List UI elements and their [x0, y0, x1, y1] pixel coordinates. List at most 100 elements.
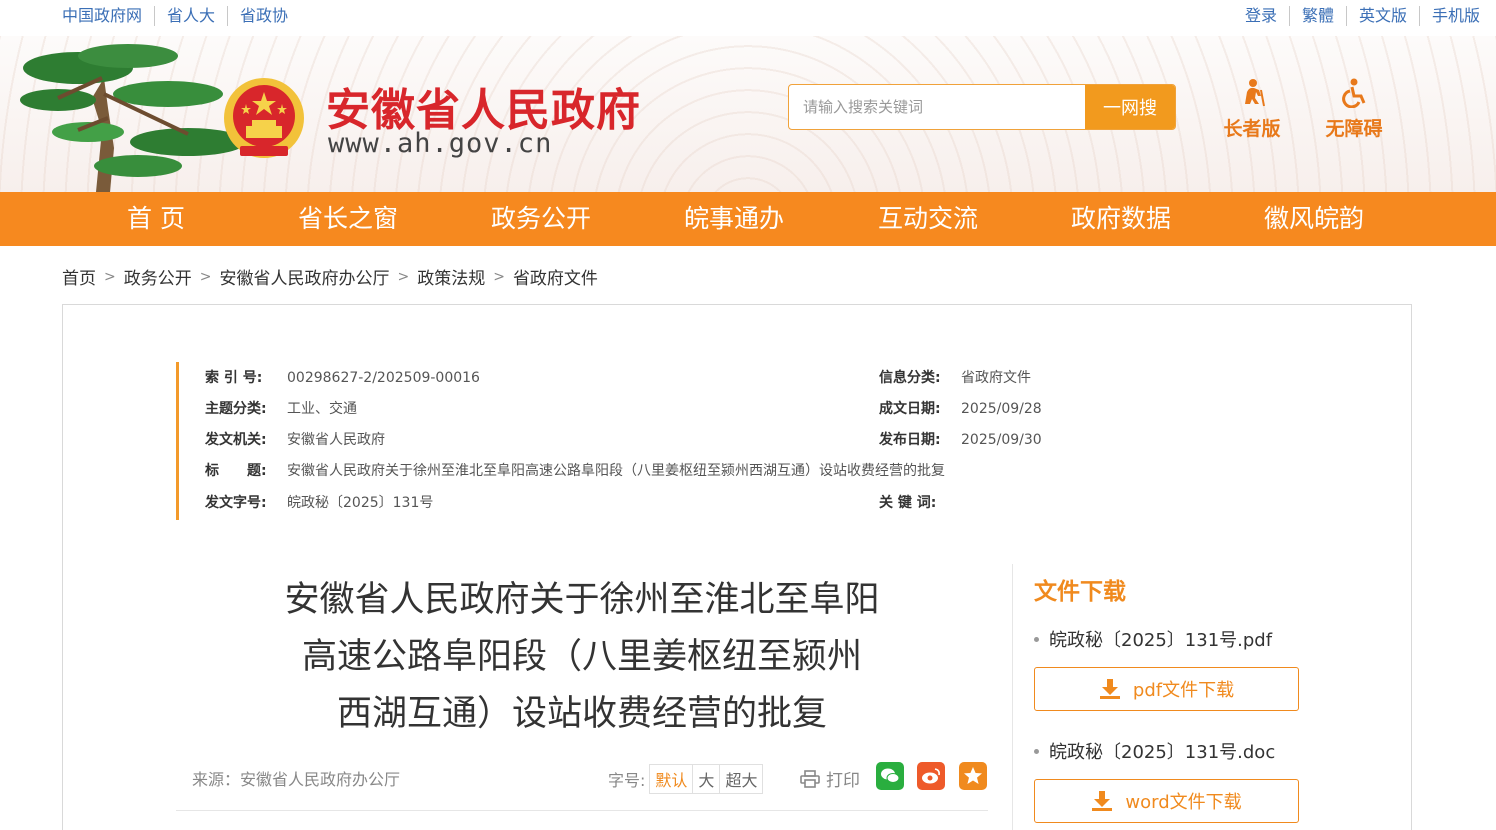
download-file-name[interactable]: 皖政秘〔2025〕131号.pdf: [1049, 626, 1272, 652]
column-divider: [1012, 564, 1013, 830]
font-size-options: 默认 大 超大: [649, 764, 764, 794]
download-section-title: 文件下载: [1034, 579, 1126, 605]
font-default-button[interactable]: 默认: [650, 765, 692, 793]
download-file-name[interactable]: 皖政秘〔2025〕131号.doc: [1049, 738, 1275, 764]
breadcrumb-gov-documents[interactable]: 省政府文件: [513, 264, 598, 289]
site-header: 安徽省人民政府 www.ah.gov.cn 一网搜 长者版 无障碍: [0, 36, 1496, 192]
wechat-icon: [881, 768, 900, 783]
chevron-right-icon: >: [493, 268, 505, 285]
bullet-icon: [1034, 636, 1039, 642]
star-icon: [964, 767, 982, 784]
meta-issuer-label: 发文机关:: [205, 432, 267, 448]
font-size-label: 字号:: [608, 771, 646, 790]
bullet-icon: [1034, 748, 1039, 754]
breadcrumb-home[interactable]: 首页: [62, 264, 96, 289]
meta-published-value: 2025/09/30: [961, 432, 1042, 448]
meta-title-label: 标 题:: [205, 463, 267, 479]
meta-written-date: 成文日期: 2025/09/28: [879, 399, 1042, 419]
elder-mode-button[interactable]: 长者版: [1216, 78, 1288, 141]
nav-interaction[interactable]: 互动交流: [848, 192, 1008, 246]
article-title-line: 高速公路阜阳段（八里姜枢纽至颍州: [301, 637, 862, 677]
favorite-button[interactable]: [959, 762, 987, 790]
search-input[interactable]: [789, 85, 1085, 129]
link-provincial-cppcc[interactable]: 省政协: [227, 6, 300, 26]
nav-culture[interactable]: 徽风皖韵: [1234, 192, 1394, 246]
download-file-item: 皖政秘〔2025〕131号.pdf: [1034, 626, 1272, 652]
nav-gov-data[interactable]: 政府数据: [1041, 192, 1201, 246]
chevron-right-icon: >: [199, 268, 212, 285]
meta-index-value: 00298627-2/202509-00016: [287, 370, 480, 386]
printer-icon: [800, 769, 820, 788]
meta-topic-label: 主题分类:: [205, 401, 267, 417]
wechat-share-button[interactable]: [876, 762, 904, 790]
pdf-download-button[interactable]: pdf文件下载: [1034, 667, 1299, 711]
breadcrumb: 首页 > 政务公开 > 安徽省人民政府办公厅 > 政策法规 > 省政府文件: [62, 264, 598, 290]
login-link[interactable]: 登录: [1233, 6, 1289, 26]
print-button[interactable]: 打印: [800, 766, 860, 791]
top-bar: 中国政府网 省人大 省政协 登录 繁體 英文版 手机版: [0, 0, 1496, 36]
font-size-control: 字号: 默认 大 超大: [608, 764, 764, 794]
article-title-line: 西湖互通）设站收费经营的批复: [336, 694, 827, 734]
meta-topic-value: 工业、交通: [287, 401, 357, 417]
download-icon: [1099, 679, 1120, 699]
chevron-right-icon: >: [104, 268, 116, 285]
link-provincial-congress[interactable]: 省人大: [154, 6, 227, 26]
meta-keywords: 关 键 词:: [879, 493, 961, 513]
national-emblem: [224, 78, 304, 158]
meta-title: 标 题: 安徽省人民政府关于徐州至淮北至阜阳高速公路阜阳段（八里姜枢纽至颍州西湖互…: [205, 461, 945, 481]
site-url: www.ah.gov.cn: [328, 128, 553, 159]
meta-category-label: 信息分类:: [879, 370, 941, 386]
top-links-left: 中国政府网 省人大 省政协: [62, 6, 300, 26]
article-title: 安徽省人民政府关于徐州至淮北至阜阳 高速公路阜阳段（八里姜枢纽至颍州 西湖互通）…: [176, 572, 988, 743]
breadcrumb-general-office[interactable]: 安徽省人民政府办公厅: [219, 264, 389, 289]
meta-index-label: 索 引 号:: [205, 370, 263, 386]
pdf-download-label: pdf文件下载: [1132, 680, 1235, 701]
word-download-button[interactable]: word文件下载: [1034, 779, 1299, 823]
document-meta: 索 引 号: 00298627-2/202509-00016 信息分类: 省政府文件…: [176, 362, 1116, 520]
article-source: 来源：安徽省人民政府办公厅: [192, 770, 401, 789]
top-links-right: 登录 繁體 英文版 手机版: [1233, 6, 1492, 26]
breadcrumb-gov-affairs[interactable]: 政务公开: [124, 264, 192, 289]
accessibility-button[interactable]: 无障碍: [1318, 78, 1390, 141]
meta-issuer-value: 安徽省人民政府: [287, 432, 385, 448]
elder-mode-label: 长者版: [1223, 118, 1281, 140]
english-link[interactable]: 英文版: [1345, 6, 1419, 26]
weibo-share-button[interactable]: [917, 762, 945, 790]
wheelchair-icon: [1342, 78, 1366, 108]
main-nav: 首 页 省长之窗 政务公开 皖事通办 互动交流 政府数据 徽风皖韵: [0, 192, 1496, 246]
download-file-item: 皖政秘〔2025〕131号.doc: [1034, 738, 1275, 764]
meta-keywords-label: 关 键 词:: [879, 495, 937, 511]
meta-published-date: 发布日期: 2025/09/30: [879, 430, 1042, 450]
nav-services[interactable]: 皖事通办: [654, 192, 814, 246]
meta-published-label: 发布日期:: [879, 432, 941, 448]
search-button[interactable]: 一网搜: [1085, 85, 1175, 129]
meta-topic: 主题分类: 工业、交通: [205, 399, 357, 419]
meta-category-value: 省政府文件: [961, 370, 1031, 386]
search-box: 一网搜: [788, 84, 1176, 130]
meta-category: 信息分类: 省政府文件: [879, 368, 1031, 388]
meta-docno-value: 皖政秘〔2025〕131号: [287, 495, 434, 511]
meta-docno-label: 发文字号:: [205, 495, 267, 511]
article-title-line: 安徽省人民政府关于徐州至淮北至阜阳: [284, 580, 880, 620]
font-large-button[interactable]: 大: [692, 765, 719, 793]
weibo-icon: [922, 768, 940, 784]
meta-docno: 发文字号: 皖政秘〔2025〕131号: [205, 493, 433, 513]
elder-icon: [1245, 79, 1265, 107]
meta-written-label: 成文日期:: [879, 401, 941, 417]
mobile-link[interactable]: 手机版: [1418, 6, 1492, 26]
meta-index: 索 引 号: 00298627-2/202509-00016: [205, 368, 480, 388]
link-gov-cn[interactable]: 中国政府网: [62, 6, 154, 26]
meta-issuer: 发文机关: 安徽省人民政府: [205, 430, 385, 450]
meta-title-value: 安徽省人民政府关于徐州至淮北至阜阳高速公路阜阳段（八里姜枢纽至颍州西湖互通）设站…: [287, 463, 945, 479]
chevron-right-icon: >: [397, 268, 410, 285]
nav-gov-affairs[interactable]: 政务公开: [461, 192, 621, 246]
breadcrumb-policies[interactable]: 政策法规: [417, 264, 485, 289]
font-xlarge-button[interactable]: 超大: [719, 765, 762, 793]
nav-home[interactable]: 首 页: [76, 192, 236, 246]
meta-written-value: 2025/09/28: [961, 401, 1042, 417]
accessibility-label: 无障碍: [1325, 118, 1383, 140]
download-icon: [1092, 791, 1113, 811]
traditional-chinese-link[interactable]: 繁體: [1288, 6, 1346, 26]
print-label: 打印: [826, 771, 860, 791]
nav-governor[interactable]: 省长之窗: [268, 192, 428, 246]
